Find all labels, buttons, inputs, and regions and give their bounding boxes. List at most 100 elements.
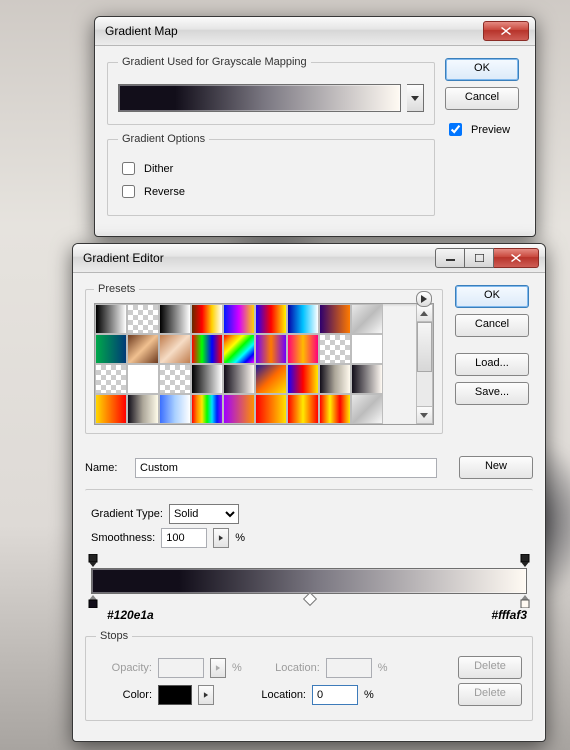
chevron-down-icon [411, 96, 419, 101]
preset-swatch[interactable] [95, 334, 127, 364]
dither-label: Dither [144, 163, 173, 175]
dialog-title: Gradient Map [105, 24, 483, 38]
color-location-input[interactable] [312, 685, 358, 705]
preset-swatch[interactable] [159, 364, 191, 394]
location-label: Location: [258, 662, 320, 674]
preset-swatch[interactable] [319, 304, 351, 334]
name-input[interactable] [135, 458, 437, 478]
preset-swatch[interactable] [127, 394, 159, 424]
ok-button[interactable]: OK [445, 58, 519, 81]
opacity-location-input [326, 658, 372, 678]
color-stop-left[interactable] [87, 594, 99, 608]
gradient-map-dialog: Gradient Map Gradient Used for Grayscale… [94, 16, 536, 237]
preset-swatch[interactable] [191, 364, 223, 394]
preset-swatch[interactable] [223, 364, 255, 394]
preset-swatch[interactable] [255, 394, 287, 424]
cancel-button[interactable]: Cancel [445, 87, 519, 110]
preset-swatch[interactable] [351, 304, 383, 334]
color-picker-flyout[interactable] [198, 685, 214, 705]
close-icon [511, 254, 521, 262]
preset-swatch[interactable] [223, 334, 255, 364]
gradient-type-select[interactable]: Solid [169, 504, 239, 524]
opacity-input [158, 658, 204, 678]
preset-swatch[interactable] [159, 304, 191, 334]
titlebar[interactable]: Gradient Map [95, 17, 535, 46]
fieldset-legend: Gradient Options [118, 133, 209, 145]
preset-swatch[interactable] [319, 394, 351, 424]
scroll-track[interactable] [417, 322, 432, 406]
scroll-up-button[interactable] [417, 305, 432, 322]
preset-swatch[interactable] [287, 304, 319, 334]
smoothness-stepper[interactable] [213, 528, 229, 548]
cancel-button[interactable]: Cancel [455, 314, 529, 337]
preset-swatch[interactable] [127, 304, 159, 334]
chevron-right-icon [204, 692, 208, 698]
smoothness-label: Smoothness: [91, 532, 155, 544]
presets-legend: Presets [94, 283, 139, 295]
maximize-button[interactable] [465, 248, 494, 268]
preset-swatch[interactable] [319, 364, 351, 394]
save-button[interactable]: Save... [455, 382, 529, 405]
preset-swatch[interactable] [191, 334, 223, 364]
color-swatch[interactable] [158, 685, 192, 705]
preset-swatch[interactable] [191, 394, 223, 424]
chevron-right-icon [219, 535, 223, 541]
minimize-icon [446, 254, 455, 262]
preset-swatch[interactable] [223, 304, 255, 334]
preset-swatch[interactable] [255, 334, 287, 364]
dither-checkbox[interactable] [122, 162, 135, 175]
preset-swatch[interactable] [255, 304, 287, 334]
preset-swatch[interactable] [287, 334, 319, 364]
opacity-stepper [210, 658, 226, 678]
preset-swatch[interactable] [223, 394, 255, 424]
load-button[interactable]: Load... [455, 353, 529, 376]
preset-swatch[interactable] [351, 334, 383, 364]
preset-swatch[interactable] [351, 394, 383, 424]
close-icon [501, 27, 511, 35]
preset-swatch[interactable] [95, 304, 127, 334]
preset-swatch[interactable] [191, 304, 223, 334]
opacity-stop-right[interactable] [519, 554, 531, 568]
stops-legend: Stops [96, 630, 132, 642]
new-button[interactable]: New [459, 456, 533, 479]
close-button[interactable] [494, 248, 539, 268]
preset-swatch[interactable] [159, 334, 191, 364]
percent-label: % [364, 689, 374, 701]
preset-swatch[interactable] [255, 364, 287, 394]
preset-swatch[interactable] [95, 364, 127, 394]
preset-swatch[interactable] [319, 334, 351, 364]
color-label: Color: [96, 689, 152, 701]
preset-swatch[interactable] [159, 394, 191, 424]
color-delete-button: Delete [458, 683, 522, 706]
color-stop-right[interactable] [519, 594, 531, 608]
reverse-label: Reverse [144, 186, 185, 198]
presets-flyout-button[interactable] [416, 291, 432, 307]
right-hex-label: #fffaf3 [491, 608, 527, 622]
dialog-title: Gradient Editor [83, 251, 435, 265]
preset-swatch[interactable] [95, 394, 127, 424]
preset-swatch[interactable] [287, 364, 319, 394]
preset-swatch[interactable] [287, 394, 319, 424]
gradient-ramp[interactable] [91, 568, 527, 594]
presets-scrollbar[interactable] [416, 304, 433, 424]
preset-swatch[interactable] [127, 334, 159, 364]
smoothness-input[interactable] [161, 528, 207, 548]
ok-button[interactable]: OK [455, 285, 529, 308]
gradient-picker-dropdown[interactable] [407, 84, 424, 112]
minimize-button[interactable] [435, 248, 465, 268]
midpoint-handle[interactable] [303, 592, 317, 606]
close-button[interactable] [483, 21, 529, 41]
reverse-checkbox[interactable] [122, 185, 135, 198]
scroll-down-button[interactable] [417, 406, 432, 423]
opacity-delete-button: Delete [458, 656, 522, 679]
gradient-preview[interactable] [118, 84, 401, 112]
preview-checkbox[interactable] [449, 123, 462, 136]
presets-grid [95, 304, 416, 424]
titlebar[interactable]: Gradient Editor [73, 244, 545, 273]
preset-swatch[interactable] [127, 364, 159, 394]
opacity-stop-left[interactable] [87, 554, 99, 568]
preset-swatch[interactable] [351, 364, 383, 394]
gradient-definition-fieldset: Gradient Type: Solid Smoothness: % [85, 489, 533, 721]
scroll-thumb[interactable] [417, 322, 432, 372]
location-label: Location: [244, 689, 306, 701]
